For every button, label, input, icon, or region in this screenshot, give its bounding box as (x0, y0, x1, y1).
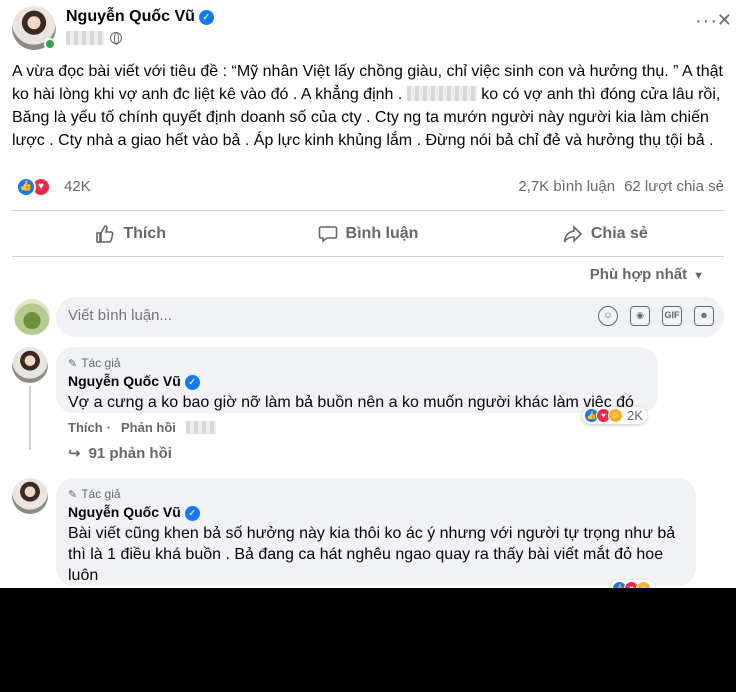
comment-author-avatar[interactable] (12, 478, 48, 514)
care-reaction-icon: ☺ (636, 581, 651, 588)
author-badge: ✎ Tác giả (68, 486, 684, 502)
replies-count: 91 phản hồi (88, 444, 172, 462)
share-arrow-icon (563, 225, 582, 243)
verified-badge-icon: ✓ (184, 506, 200, 521)
view-replies-button[interactable]: ↪ 91 phản hồi (68, 444, 172, 463)
comment-sort-dropdown[interactable]: Phù hợp nhất ▼ (590, 266, 704, 283)
post-text: A vừa đọc bài viết với tiêu đề : “Mỹ nhâ… (12, 60, 726, 152)
comment-text: Bài viết cũng khen bả số hưởng này kia t… (68, 525, 676, 584)
comment-bubble: ✎ Tác giả Nguyễn Quốc Vũ ✓ Bài viết cũng k… (56, 478, 696, 586)
comment-composer[interactable]: ☺ ◉ GIF ☻ (56, 297, 724, 337)
reply-arrow-icon: ↪ (68, 445, 81, 462)
comment-author-avatar[interactable] (12, 347, 48, 383)
comment-reply-button[interactable]: Phản hồi (121, 420, 176, 435)
current-user-avatar[interactable] (14, 299, 50, 335)
comment-label: Bình luận (345, 225, 419, 242)
post-header: Nguyễn Quốc Vũ ✓ ··· ✕ (12, 6, 732, 52)
divider (12, 256, 724, 257)
author-badge: ✎ Tác giả (68, 355, 646, 371)
care-reaction-icon: ☺ (608, 408, 623, 423)
reaction-icons[interactable]: 👍 ♥ (16, 177, 51, 197)
post-card: Nguyễn Quốc Vũ ✓ ··· ✕ A vừa đọc bài viết… (0, 0, 736, 588)
comment-bubble: ✎ Tác giả Nguyễn Quốc Vũ ✓ Vợ a cưng a ko … (56, 347, 658, 413)
reaction-count[interactable]: 42K (64, 178, 91, 195)
online-status-dot (44, 38, 56, 50)
comment-like-button[interactable]: Thích (68, 420, 103, 435)
comment-1-actions: Thích · Phản hồi (68, 420, 216, 435)
chevron-down-icon: ▼ (693, 270, 704, 282)
composer-tools: ☺ ◉ GIF ☻ (598, 306, 714, 326)
comment-author-name[interactable]: Nguyễn Quốc Vũ ✓ (68, 373, 646, 390)
globe-icon[interactable] (110, 32, 122, 45)
shares-count[interactable]: 62 lượt chia sẻ (624, 178, 724, 195)
divider (12, 210, 724, 211)
speech-bubble-icon (318, 226, 337, 243)
blurred-timestamp[interactable] (185, 421, 216, 434)
pencil-icon: ✎ (68, 357, 78, 370)
share-label: Chia sẻ (590, 225, 648, 242)
comment-author-label[interactable]: Nguyễn Quốc Vũ (68, 504, 181, 520)
comment-input[interactable] (68, 307, 468, 324)
post-actions: Thích Bình luận Chia sẻ (12, 214, 724, 254)
comment-reaction-count: 2K (627, 408, 643, 423)
comment-button[interactable]: Bình luận (249, 214, 486, 254)
post-author-name[interactable]: Nguyễn Quốc Vũ ✓ (66, 8, 214, 26)
sort-label: Phù hợp nhất (589, 266, 688, 283)
thumbs-up-icon (96, 225, 114, 243)
comment-author-label[interactable]: Nguyễn Quốc Vũ (68, 373, 181, 389)
post-stats: 👍 ♥ 42K 2,7K bình luận 62 lượt chia sẻ (12, 176, 724, 198)
verified-badge-icon: ✓ (198, 10, 214, 25)
comment-author-name[interactable]: Nguyễn Quốc Vũ ✓ (68, 504, 684, 521)
post-meta (66, 31, 122, 45)
gif-icon[interactable]: GIF (662, 306, 682, 326)
blurred-timestamp[interactable] (66, 31, 104, 45)
author-badge-label: Tác giả (81, 356, 121, 370)
sticker-icon[interactable]: ☻ (694, 306, 714, 326)
close-icon[interactable]: ✕ (717, 10, 732, 31)
like-label: Thích (123, 225, 166, 242)
comment-text: Vợ a cưng a ko bao giờ nỡ làm bả buồn nê… (68, 394, 634, 411)
comment-2-reactions[interactable]: 👍 ♥ ☺ (610, 580, 655, 588)
pencil-icon: ✎ (68, 488, 78, 501)
thread-line (29, 386, 31, 450)
comment-1-reactions[interactable]: 👍 ♥ ☺ 2K (582, 407, 647, 424)
emoji-icon[interactable]: ☺ (598, 306, 618, 326)
verified-badge-icon: ✓ (184, 375, 200, 390)
share-button[interactable]: Chia sẻ (487, 214, 724, 254)
comments-count[interactable]: 2,7K bình luận (518, 178, 615, 195)
more-options-button[interactable]: ··· (695, 10, 718, 33)
camera-icon[interactable]: ◉ (630, 306, 650, 326)
post-author-label[interactable]: Nguyễn Quốc Vũ (66, 8, 195, 25)
blurred-redaction (406, 86, 477, 101)
like-button[interactable]: Thích (12, 214, 249, 254)
like-reaction-icon: 👍 (16, 177, 36, 197)
author-badge-label: Tác giả (81, 487, 121, 501)
